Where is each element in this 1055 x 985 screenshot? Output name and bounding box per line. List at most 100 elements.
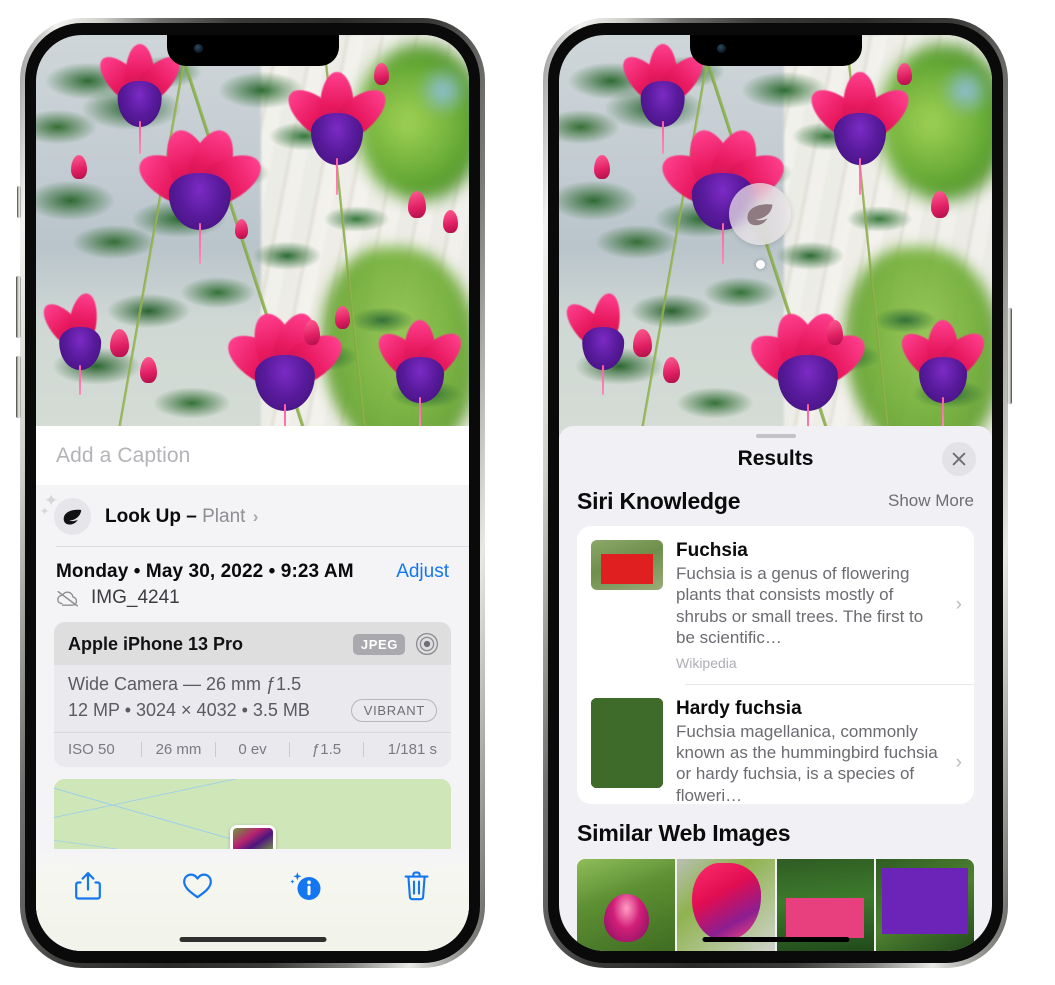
left-phone-bezel: Add a Caption ✦ ✦ Look Up – Plant › Mond…	[25, 23, 480, 963]
left-iphone-device: Add a Caption ✦ ✦ Look Up – Plant › Mond…	[16, 18, 485, 968]
siri-knowledge-card: Fuchsia Fuchsia is a genus of flowering …	[577, 525, 974, 804]
leaf-icon	[747, 203, 773, 225]
device-notch	[166, 35, 339, 66]
trash-icon	[405, 871, 429, 901]
section-title-similar-web-images: Similar Web Images	[577, 819, 791, 846]
aperture-icon[interactable]	[415, 632, 439, 656]
home-indicator[interactable]	[702, 937, 849, 942]
close-results-button[interactable]	[942, 441, 976, 476]
delete-button[interactable]	[397, 866, 437, 906]
fuchsia-bud	[109, 329, 129, 358]
section-title-siri-knowledge: Siri Knowledge	[577, 487, 741, 514]
look-up-row[interactable]: ✦ ✦ Look Up – Plant ›	[36, 485, 469, 547]
exif-header-badges: JPEG	[352, 632, 439, 656]
exif-spec-row: 12 MP • 3024 × 4032 • 3.5 MB VIBRANT	[68, 699, 437, 722]
fuchsia-bud	[235, 219, 249, 239]
format-badge: JPEG	[352, 633, 405, 655]
exif-header: Apple iPhone 13 Pro JPEG	[54, 622, 451, 665]
fuchsia-blossom	[36, 291, 120, 396]
look-up-subject: Plant	[202, 505, 246, 527]
result-title: Hardy fuchsia	[676, 697, 802, 719]
fuchsia-bud	[896, 62, 912, 85]
share-button[interactable]	[68, 866, 108, 906]
fuchsia-bud	[70, 154, 87, 179]
date-row: Monday • May 30, 2022 • 9:23 AM Adjust	[36, 547, 469, 583]
right-phone-bezel: Results Siri Knowledge Show More Fuchsia…	[548, 23, 1003, 963]
exif-focal-length: 26 mm	[155, 741, 202, 758]
fuchsia-blossom	[370, 320, 469, 430]
result-thumbnail	[591, 539, 663, 590]
silence-switch[interactable]	[17, 186, 21, 218]
fuchsia-bud	[334, 306, 350, 330]
show-more-button[interactable]: Show More	[888, 491, 974, 511]
sparkle-icon-small: ✦	[40, 506, 50, 518]
exif-iso: ISO 50	[68, 741, 115, 758]
similar-web-image-1[interactable]	[577, 858, 675, 951]
fuchsia-blossom	[559, 291, 643, 396]
file-row: IMG_4241	[36, 583, 469, 622]
visual-lookup-badge[interactable]	[729, 183, 791, 245]
fuchsia-bud	[139, 357, 157, 383]
exif-details: Wide Camera — 26 mm ƒ1.5 12 MP • 3024 × …	[54, 665, 451, 732]
chevron-right-icon: ›	[955, 751, 962, 773]
fuchsia-blossom	[741, 308, 874, 444]
front-camera	[193, 44, 203, 53]
info-sparkle-icon	[290, 872, 321, 900]
exif-aperture: ƒ1.5	[311, 741, 342, 758]
chevron-right-icon: ›	[252, 506, 259, 526]
fuchsia-blossom	[893, 320, 992, 430]
adjust-date-button[interactable]: Adjust	[396, 561, 449, 583]
look-up-label: Look Up – Plant ›	[105, 506, 258, 528]
right-iphone-device: Results Siri Knowledge Show More Fuchsia…	[543, 18, 1012, 968]
info-button[interactable]	[287, 866, 327, 906]
left-phone-screen: Add a Caption ✦ ✦ Look Up – Plant › Mond…	[36, 35, 469, 951]
photo-info-sheet: Add a Caption ✦ ✦ Look Up – Plant › Mond…	[36, 426, 469, 951]
exif-settings-row: ISO 50 26 mm 0 ev ƒ1.5 1/181 s	[54, 732, 451, 767]
close-icon	[952, 452, 966, 466]
siri-knowledge-header: Siri Knowledge Show More	[559, 479, 992, 526]
exif-card[interactable]: Apple iPhone 13 Pro JPEG Wide Camera — 2…	[54, 622, 451, 767]
result-title: Fuchsia	[676, 539, 748, 561]
results-title: Results	[737, 446, 814, 470]
favorite-button[interactable]	[178, 866, 218, 906]
exif-exposure-comp: 0 ev	[238, 741, 267, 758]
fuchsia-bud	[373, 62, 389, 85]
result-source: Wikipedia	[676, 654, 737, 671]
fuchsia-blossom	[802, 71, 918, 195]
similar-web-image-4[interactable]	[876, 858, 974, 951]
volume-down-button[interactable]	[16, 356, 21, 418]
result-text: Hardy fuchsia Fuchsia magellanica, commo…	[676, 698, 939, 804]
similar-web-images-header: Similar Web Images	[559, 804, 992, 855]
result-description: Fuchsia magellanica, commonly known as t…	[676, 721, 938, 804]
leaf-icon	[63, 509, 82, 525]
side-power-button[interactable]	[1007, 308, 1012, 404]
heart-icon	[183, 873, 213, 899]
exif-shutter-speed: 1/181 s	[387, 741, 437, 758]
right-phone-screen: Results Siri Knowledge Show More Fuchsia…	[559, 35, 992, 951]
result-thumbnail	[591, 697, 663, 788]
caption-input[interactable]: Add a Caption	[36, 426, 469, 485]
lens-info-text: Wide Camera — 26 mm ƒ1.5	[68, 674, 302, 694]
device-notch	[689, 35, 862, 66]
front-camera	[716, 44, 726, 53]
photo-toolbar	[36, 849, 469, 923]
camera-model-text: Apple iPhone 13 Pro	[68, 633, 244, 654]
caption-placeholder: Add a Caption	[56, 443, 191, 467]
home-indicator[interactable]	[179, 937, 326, 942]
fuchsia-bud	[443, 209, 459, 233]
resolution-size-text: 12 MP • 3024 × 4032 • 3.5 MB	[68, 700, 310, 720]
list-item[interactable]: Hardy fuchsia Fuchsia magellanica, commo…	[577, 683, 974, 804]
result-description: Fuchsia is a genus of flowering plants t…	[676, 563, 924, 648]
photo-thumbnail-pin[interactable]	[229, 825, 276, 849]
list-item[interactable]: Fuchsia Fuchsia is a genus of flowering …	[577, 526, 974, 684]
share-icon	[75, 872, 101, 900]
fuchsia-blossom	[218, 308, 351, 444]
cloud-slash-icon	[57, 590, 78, 607]
volume-up-button[interactable]	[16, 276, 21, 338]
info-sheet-body: ✦ ✦ Look Up – Plant › Monday • May 30, 2…	[36, 485, 469, 951]
fuchsia-bud	[593, 154, 610, 179]
photo-date-text: Monday • May 30, 2022 • 9:23 AM	[56, 561, 354, 582]
location-map[interactable]	[54, 779, 451, 849]
fuchsia-blossom	[279, 71, 395, 195]
screenshot-canvas: Add a Caption ✦ ✦ Look Up – Plant › Mond…	[0, 0, 1055, 985]
